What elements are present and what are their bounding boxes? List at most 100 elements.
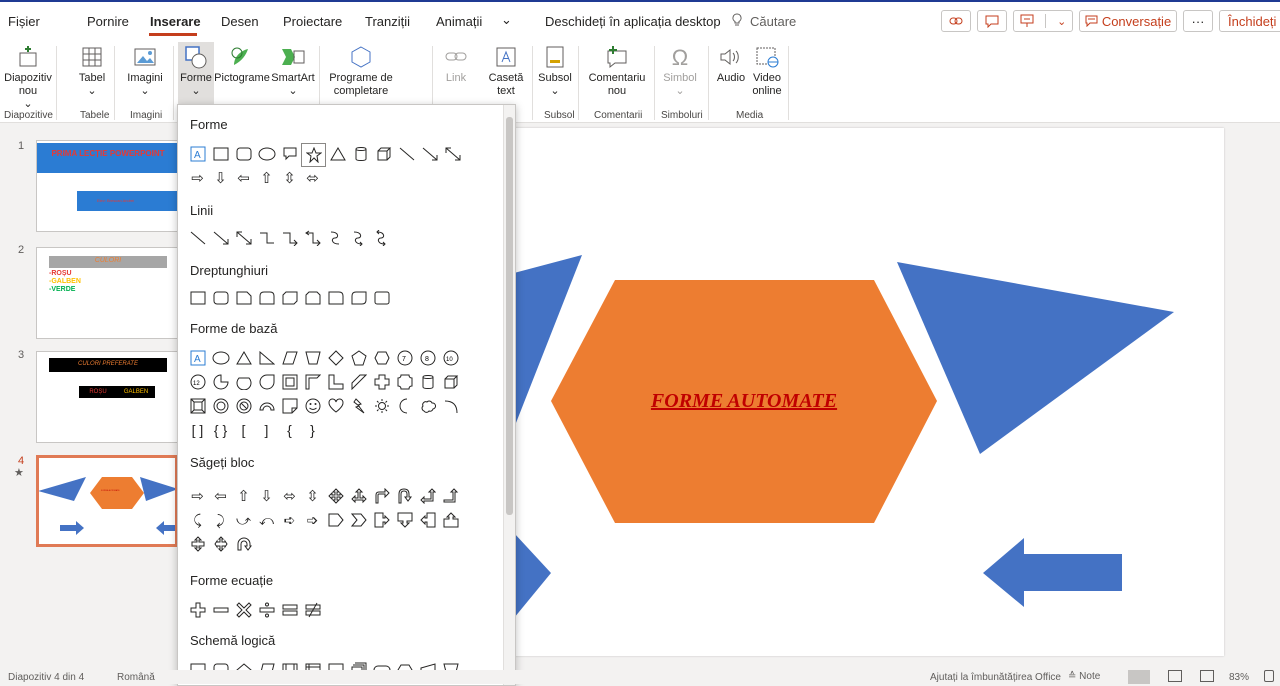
arc-icon[interactable]	[439, 395, 462, 417]
online-video-button[interactable]: Video online	[750, 42, 784, 98]
left-right-arrow-icon[interactable]: ⬄	[278, 485, 301, 507]
pentagon-icon[interactable]	[347, 347, 370, 369]
plaque-icon[interactable]	[393, 371, 416, 393]
line-icon[interactable]	[395, 143, 418, 165]
textbox-shape-icon[interactable]: A	[186, 143, 209, 165]
zoom-level[interactable]: 83%	[1229, 672, 1249, 683]
octagon-icon[interactable]: 8	[416, 347, 439, 369]
icons-button[interactable]: Pictograme	[214, 42, 270, 85]
slide-thumb-1[interactable]: PRIMA LECȚIE POWERPOINT Elev: Brescan An…	[36, 140, 178, 232]
lightning-bolt-icon[interactable]	[347, 395, 370, 417]
notched-right-arrow-icon[interactable]: ➩	[301, 509, 324, 531]
double-bracket-icon[interactable]: [ ]	[186, 419, 209, 441]
open-desktop-link[interactable]: Deschideți în aplicația desktop	[545, 14, 721, 29]
striped-right-arrow-icon[interactable]: ➪	[278, 509, 301, 531]
quad-arrow-callout-icon[interactable]	[209, 533, 232, 555]
menu-more-chevron-icon[interactable]: ⌄	[501, 12, 512, 28]
double-brace-icon[interactable]: { }	[209, 419, 232, 441]
bent-up-arrow-icon[interactable]	[439, 485, 462, 507]
triangle-icon[interactable]	[232, 347, 255, 369]
plus-icon[interactable]	[186, 599, 209, 621]
cloud-icon[interactable]	[416, 395, 439, 417]
menu-animations[interactable]: Animații	[436, 14, 482, 29]
help-improve-link[interactable]: Ajutați la îmbunătățirea Office	[930, 672, 1061, 683]
no-symbol-icon[interactable]	[232, 395, 255, 417]
slide-thumb-2[interactable]: CULORI -ROȘU -GALBEN -VERDE	[36, 247, 178, 339]
rounded-rectangle-icon[interactable]	[209, 287, 232, 309]
folded-corner-icon[interactable]	[278, 395, 301, 417]
search-label[interactable]: Căutare	[750, 14, 796, 29]
addins-button[interactable]: Programe de completare	[324, 42, 398, 98]
menu-design[interactable]: Proiectare	[283, 14, 342, 29]
donut-icon[interactable]	[209, 395, 232, 417]
can-icon[interactable]	[416, 371, 439, 393]
menu-insert[interactable]: Inserare	[150, 14, 201, 29]
menu-file[interactable]: Fișier	[8, 14, 40, 29]
multiply-icon[interactable]	[232, 599, 255, 621]
down-arrow-icon[interactable]: ⇩	[209, 167, 232, 189]
slide-thumb-4[interactable]: FORME AUTOMATE	[36, 455, 178, 547]
moon-icon[interactable]	[393, 395, 416, 417]
oval-icon[interactable]	[255, 143, 278, 165]
rectangle-icon[interactable]	[209, 143, 232, 165]
cube-icon[interactable]	[372, 143, 395, 165]
star-icon[interactable]	[301, 143, 326, 167]
equal-icon[interactable]	[278, 599, 301, 621]
diamond-icon[interactable]	[324, 347, 347, 369]
up-down-arrow-icon[interactable]: ⇳	[278, 167, 301, 189]
parallelogram-icon[interactable]	[278, 347, 301, 369]
quad-arrow-icon[interactable]	[324, 485, 347, 507]
dodecagon-icon[interactable]: 12	[186, 371, 209, 393]
double-arrow-line-icon[interactable]	[441, 143, 464, 165]
curved-double-arrow-connector-icon[interactable]	[370, 227, 393, 249]
speech-bubble-icon[interactable]	[278, 143, 301, 165]
round-same-side-icon[interactable]	[370, 287, 393, 309]
snip-same-side-icon[interactable]	[301, 287, 324, 309]
present-chevron-icon[interactable]: ⌄	[1057, 15, 1066, 28]
left-right-arrow-icon[interactable]: ⬄	[301, 167, 324, 189]
audio-button[interactable]: Audio	[713, 42, 749, 85]
cube-icon[interactable]	[439, 371, 462, 393]
slide-thumb-3[interactable]: CULORI PREFERATE ROȘU GALBEN	[36, 351, 178, 443]
decagon-icon[interactable]: 10	[439, 347, 462, 369]
left-brace-icon[interactable]: {	[278, 419, 301, 441]
left-arrow-icon[interactable]: ⇦	[232, 167, 255, 189]
down-arrow-callout-icon[interactable]	[393, 509, 416, 531]
chevron-icon[interactable]	[347, 509, 370, 531]
smartart-button[interactable]: SmartArt ⌄	[270, 42, 316, 98]
textbox-button[interactable]: Casetă text	[484, 42, 528, 98]
search-bulb-icon[interactable]	[731, 13, 743, 30]
pentagon-arrow-icon[interactable]	[324, 509, 347, 531]
frame-icon[interactable]	[278, 371, 301, 393]
more-options-button[interactable]: ···	[1183, 10, 1213, 32]
double-arrow-line-icon[interactable]	[232, 227, 255, 249]
half-frame-icon[interactable]	[301, 371, 324, 393]
smiley-face-icon[interactable]	[301, 395, 324, 417]
notes-button[interactable]: ≙ Note	[1068, 671, 1100, 682]
symbol-button[interactable]: Ω Simbol ⌄	[660, 42, 700, 98]
not-equal-icon[interactable]	[301, 599, 324, 621]
curved-left-arrow-icon[interactable]: ⤸	[209, 509, 232, 531]
arrow-line-icon[interactable]	[209, 227, 232, 249]
conversation-button[interactable]: Conversație	[1079, 10, 1177, 32]
diagonal-stripe-icon[interactable]	[347, 371, 370, 393]
menu-home[interactable]: Pornire	[87, 14, 129, 29]
sun-icon[interactable]	[370, 395, 393, 417]
elbow-connector-icon[interactable]	[255, 227, 278, 249]
shapes-scrollbar[interactable]	[503, 105, 515, 685]
down-arrow-icon[interactable]: ⇩	[255, 485, 278, 507]
close-button[interactable]: Închideți	[1219, 10, 1280, 32]
curved-connector-icon[interactable]	[324, 227, 347, 249]
curved-down-arrow-icon[interactable]: ⤺	[255, 509, 278, 531]
link-button[interactable]: Link	[440, 42, 472, 85]
heart-icon[interactable]	[324, 395, 347, 417]
scrollbar-thumb[interactable]	[506, 117, 513, 515]
heptagon-icon[interactable]: 7	[393, 347, 416, 369]
elbow-arrow-connector-icon[interactable]	[278, 227, 301, 249]
block-arc-icon[interactable]	[255, 395, 278, 417]
l-shape-icon[interactable]	[324, 371, 347, 393]
line-icon[interactable]	[186, 227, 209, 249]
shapes-button[interactable]: Forme ⌄	[178, 42, 214, 104]
slide-canvas[interactable]: FORME AUTOMATE	[494, 128, 1224, 656]
menu-transitions[interactable]: Tranziții	[365, 14, 410, 29]
